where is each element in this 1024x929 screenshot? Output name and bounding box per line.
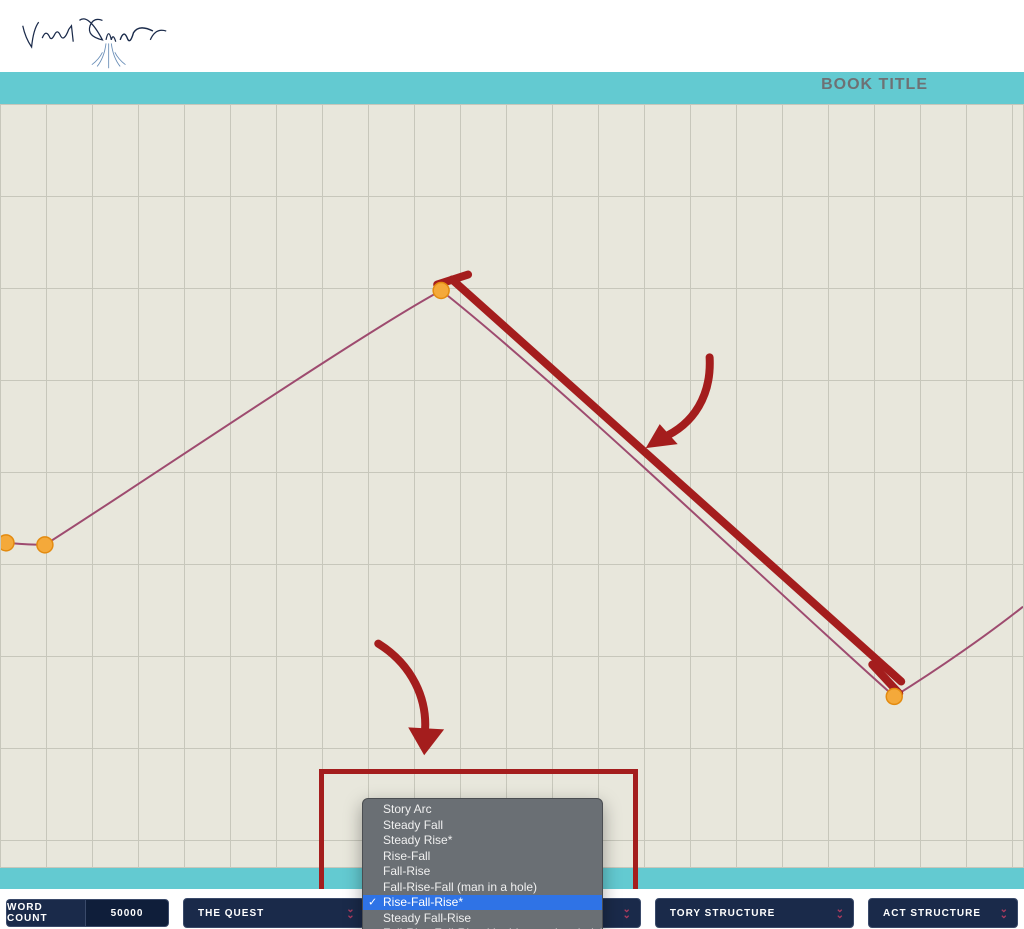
- arc-menu-item-label: Fall-Rise: [383, 864, 430, 878]
- brand-logo: [16, 8, 196, 70]
- book-title-label[interactable]: BOOK TITLE: [821, 76, 928, 94]
- toolbar: WORD COUNT 50000 THE QUEST ⌄⌄ RISE-FALL-…: [0, 889, 1024, 929]
- chevron-down-icon: ⌄⌄: [836, 907, 845, 919]
- chevron-down-icon: ⌄⌄: [622, 907, 631, 919]
- header: [0, 0, 1024, 72]
- quest-dropdown-label: THE QUEST: [198, 908, 264, 919]
- arc-node-1[interactable]: [37, 537, 53, 553]
- arc-menu-item-8[interactable]: ✓Fall-Rise-Fall-Rise (double man in a ho…: [363, 926, 602, 929]
- word-count-label: WORD COUNT: [6, 899, 85, 927]
- arc-menu-item-label: Steady Fall-Rise: [383, 911, 471, 925]
- arc-menu-item-2[interactable]: ✓Steady Rise*: [363, 833, 602, 849]
- story-structure-dropdown-label: TORY STRUCTURE: [670, 908, 776, 919]
- arc-menu-item-label: Steady Fall: [383, 818, 443, 832]
- arc-line[interactable]: [6, 291, 1023, 697]
- act-structure-dropdown-label: ACT STRUCTURE: [883, 908, 981, 919]
- act-structure-dropdown[interactable]: ACT STRUCTURE ⌄⌄: [868, 898, 1018, 928]
- annotation-arrow-dropdown: [378, 644, 444, 756]
- title-bar: BOOK TITLE: [0, 72, 1024, 104]
- checkmark-icon: ✓: [368, 896, 377, 909]
- arc-menu-item-label: Steady Rise*: [383, 833, 452, 847]
- arc-menu-item-label: Rise-Fall: [383, 849, 430, 863]
- arc-menu-item-3[interactable]: ✓Rise-Fall: [363, 848, 602, 864]
- word-count-field[interactable]: WORD COUNT 50000: [6, 899, 169, 927]
- arc-menu-item-5[interactable]: ✓Fall-Rise-Fall (man in a hole): [363, 879, 602, 895]
- arc-dropdown-menu[interactable]: ✓Story Arc✓Steady Fall✓Steady Rise*✓Rise…: [362, 798, 603, 929]
- arc-node-0[interactable]: [1, 535, 14, 551]
- arc-menu-item-label: Story Arc: [383, 802, 432, 816]
- story-structure-dropdown[interactable]: TORY STRUCTURE ⌄⌄: [655, 898, 854, 928]
- arc-menu-item-6[interactable]: ✓ Rise-Fall-Rise*: [363, 895, 602, 911]
- highlight-segment: [437, 275, 901, 694]
- arc-node-3[interactable]: [886, 688, 902, 704]
- chevron-down-icon: ⌄⌄: [346, 907, 355, 919]
- arc-menu-item-7[interactable]: ✓Steady Fall-Rise: [363, 910, 602, 926]
- word-count-value[interactable]: 50000: [85, 899, 169, 927]
- chevron-down-icon: ⌄⌄: [1000, 907, 1009, 919]
- arc-menu-item-1[interactable]: ✓Steady Fall: [363, 817, 602, 833]
- arc-node-2[interactable]: [433, 283, 449, 299]
- arc-menu-item-0[interactable]: ✓Story Arc: [363, 802, 602, 818]
- story-arc-chart[interactable]: [0, 104, 1024, 868]
- arc-menu-item-label: Fall-Rise-Fall (man in a hole): [383, 880, 537, 894]
- quest-dropdown[interactable]: THE QUEST ⌄⌄: [183, 898, 365, 928]
- arc-menu-item-label: Rise-Fall-Rise*: [383, 895, 463, 909]
- arc-menu-item-4[interactable]: ✓Fall-Rise: [363, 864, 602, 880]
- annotation-arrow-segment: [646, 357, 710, 448]
